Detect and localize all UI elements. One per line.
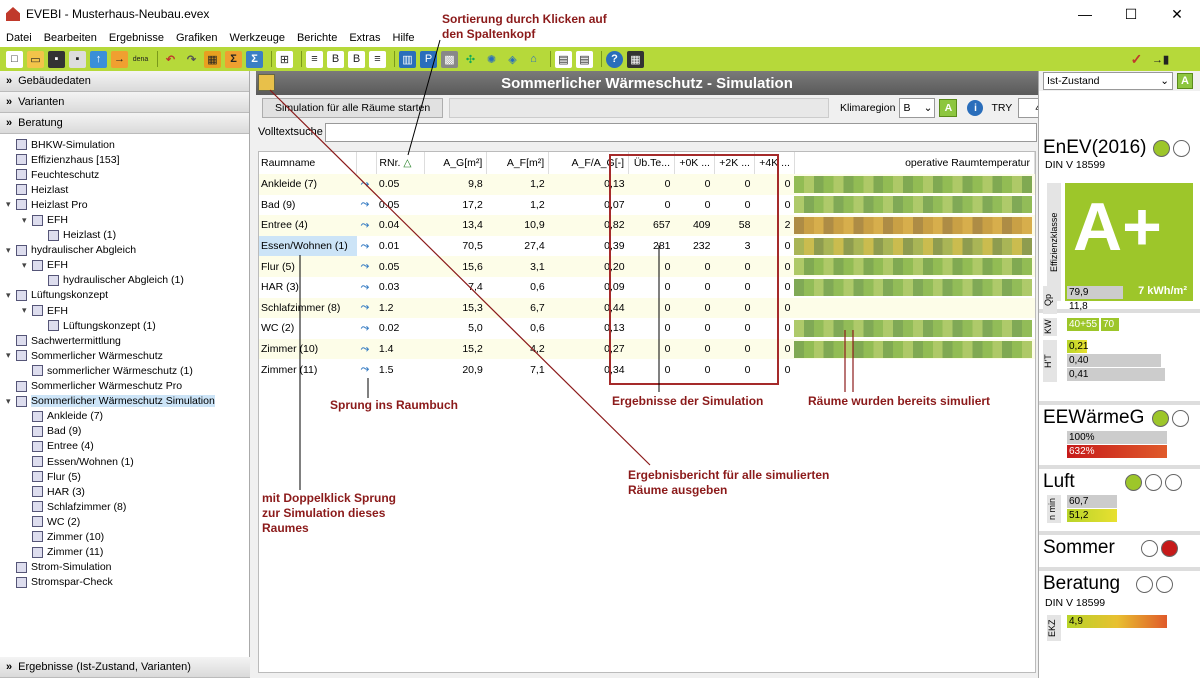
qp-value-1: 79,9 xyxy=(1067,286,1123,299)
ekz-label: EKZ xyxy=(1047,615,1061,641)
luft-section: Luft n min 60,7 51,2 xyxy=(1039,465,1200,531)
annotation-line-report xyxy=(269,89,651,466)
enev-title-row: EnEV(2016) xyxy=(1039,135,1190,161)
annotation-report: Ergebnisbericht für alle simulierten Räu… xyxy=(628,468,830,497)
ekz-value: 4,9 xyxy=(1067,615,1167,628)
state-value: Ist-Zustand xyxy=(1047,75,1100,87)
ee-title-row: EEWärmeG xyxy=(1039,405,1200,431)
status-circle-empty xyxy=(1172,409,1190,427)
luft-title-row: Luft xyxy=(1039,469,1200,495)
ee-section: EEWärmeG 100% 632% xyxy=(1039,401,1200,465)
ht-value-2: 0,40 xyxy=(1067,354,1161,367)
beratung-title: Beratung xyxy=(1043,573,1121,594)
energy-grade: A+ xyxy=(1073,189,1162,265)
state-row: Ist-Zustand ⌄ A xyxy=(1039,71,1200,91)
qp-group: Qp 79,9 11,8 xyxy=(1043,286,1193,314)
status-circle-green xyxy=(1152,409,1170,427)
beratung-norm: DIN V 18599 xyxy=(1045,597,1106,609)
kw-value-1: 40+55 xyxy=(1067,318,1099,331)
ee-value-2: 632% xyxy=(1067,445,1167,458)
ht-value-1: 0,21 xyxy=(1067,340,1089,353)
status-circle-empty xyxy=(1140,539,1158,557)
ee-value-1: 100% xyxy=(1067,431,1167,444)
beratung-title-row: Beratung xyxy=(1039,571,1200,597)
energy-class-icon[interactable]: A xyxy=(1177,73,1193,89)
beratung-section: Beratung DIN V 18599 EKZ 4,9 xyxy=(1039,567,1200,678)
annotation-doubleclick: mit Doppelklick Sprung zur Simulation di… xyxy=(262,491,397,535)
annotation-sort: Sortierung durch Klicken auf den Spalten… xyxy=(442,12,607,41)
annotation-jump: Sprung ins Raumbuch xyxy=(330,398,459,412)
kw-label: KW xyxy=(1043,318,1057,336)
kw-group: KW 40+55 70 xyxy=(1043,318,1193,336)
luft-value-1: 60,7 xyxy=(1067,495,1117,508)
qp-label: Qp xyxy=(1043,286,1057,314)
annotation-simulated: Räume wurden bereits simuliert xyxy=(808,394,991,408)
enev-title: EnEV(2016) xyxy=(1043,137,1147,158)
luft-title: Luft xyxy=(1043,471,1075,492)
luft-label: n min xyxy=(1047,495,1061,523)
luft-value-2: 51,2 xyxy=(1067,509,1117,522)
sommer-title-row: Sommer xyxy=(1039,535,1200,561)
sommer-section: Sommer xyxy=(1039,531,1200,567)
energy-grade-badge: A+ 7 kWh/m² xyxy=(1065,183,1193,301)
annotation-line-sort xyxy=(407,39,441,156)
enev-section: EnEV(2016) DIN V 18599 Effizienzklasse A… xyxy=(1039,91,1200,313)
luft-values: n min 60,7 51,2 xyxy=(1039,495,1200,523)
ht-group: H'T 0,21 0,40 0,41 xyxy=(1043,340,1193,382)
right-panel: Ist-Zustand ⌄ A EnEV(2016) DIN V 18599 Ef… xyxy=(1038,71,1200,678)
qp-value-2: 11,8 xyxy=(1069,301,1088,312)
chevron-down-icon: ⌄ xyxy=(1160,75,1169,87)
ee-title: EEWärmeG xyxy=(1043,407,1145,428)
status-circle-empty xyxy=(1144,473,1162,491)
kw-value-2: 70 xyxy=(1101,318,1119,331)
annotation-results: Ergebnisse der Simulation xyxy=(612,394,764,408)
status-circle-empty xyxy=(1164,473,1182,491)
ht-label: H'T xyxy=(1043,340,1057,382)
status-circle-red xyxy=(1160,539,1178,557)
ht-value-3: 0,41 xyxy=(1067,368,1165,381)
annotation-lines xyxy=(269,39,854,490)
state-select[interactable]: Ist-Zustand ⌄ xyxy=(1043,72,1173,90)
status-circle-empty xyxy=(1156,575,1174,593)
enev-norm: DIN V 18599 xyxy=(1045,159,1106,171)
status-circle-green xyxy=(1152,139,1170,157)
effizienz-label: Effizienzklasse xyxy=(1047,183,1061,301)
sommer-title: Sommer xyxy=(1043,537,1115,558)
enev-values: Qp 79,9 11,8 KW 40+55 70 H'T 0,21 0,40 0,41 xyxy=(1043,286,1193,382)
status-circle-green xyxy=(1124,473,1142,491)
status-circle-empty xyxy=(1172,139,1190,157)
ekz-group: EKZ 4,9 xyxy=(1039,615,1200,641)
status-circle-empty xyxy=(1136,575,1154,593)
